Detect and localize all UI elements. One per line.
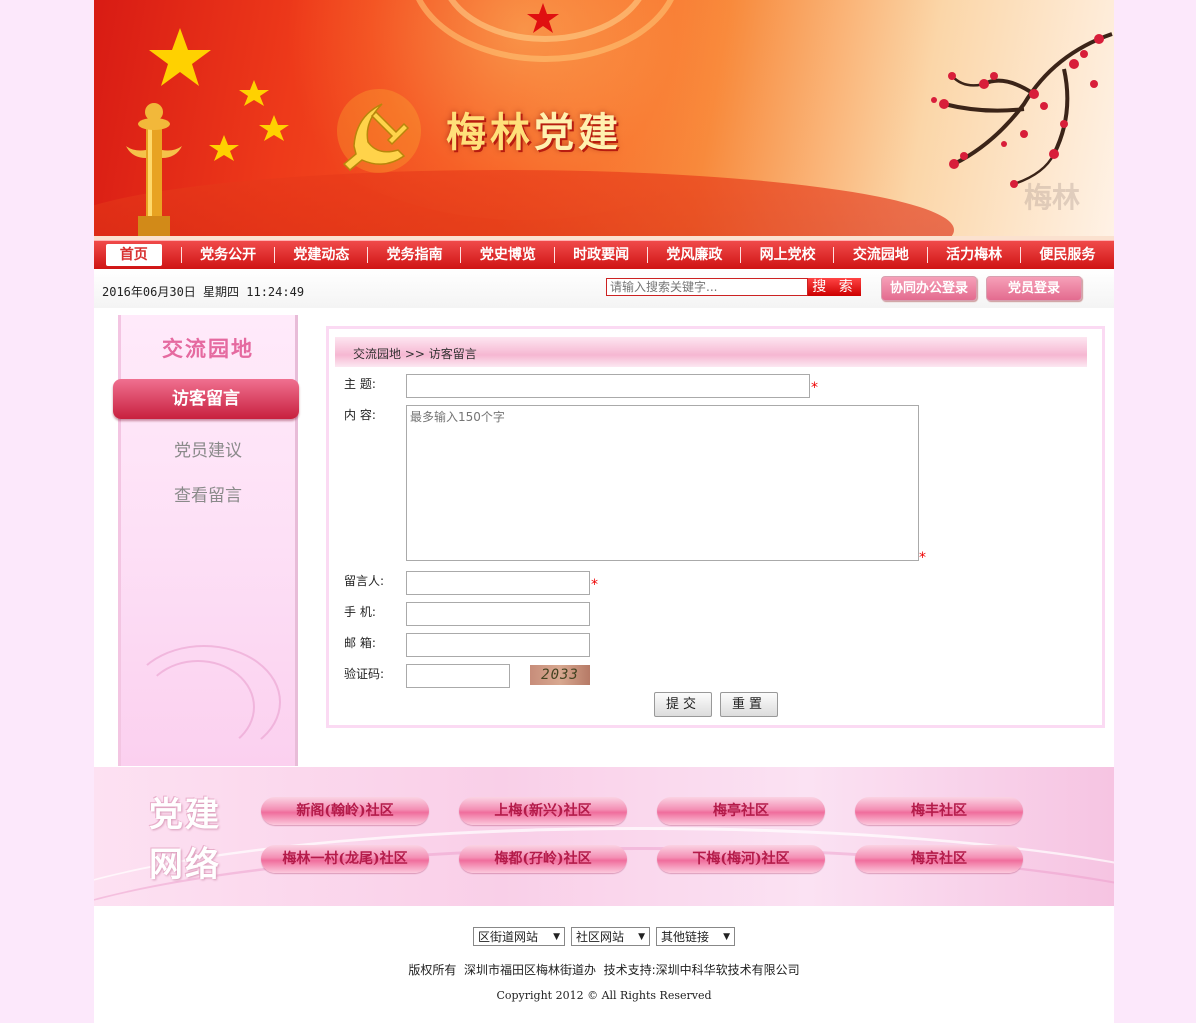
community-link-shangmei[interactable]: 上梅(新兴)社区 [459,797,627,825]
community-link-meiting[interactable]: 梅亭社区 [657,797,825,825]
logo-name-part2: 党建 [534,109,622,156]
sidebar: 交流园地 访客留言 党员建议 查看留言 [113,315,299,766]
community-sites-select-value: 社区网站 [576,930,625,944]
community-link-meilin-yicun[interactable]: 梅林一村(龙尾)社区 [261,845,429,873]
toolbar: 2016年06月30日 星期四 11:24:49 搜 索 协同办公登录 党员登录 [94,269,1114,308]
author-label: 留言人: [344,574,385,588]
nav-item-party-guide[interactable]: 党务指南 [367,244,461,266]
nav-item-party-affairs[interactable]: 党务公开 [180,244,275,266]
content-label: 内 容: [344,408,376,422]
main-nav: 首页 党务公开 党建动态 党务指南 党史博览 时政要闻 党风廉政 网上党校 交流… [94,240,1114,269]
community-link-meifeng[interactable]: 梅丰社区 [855,797,1023,825]
nav-item-exchange[interactable]: 交流园地 [833,244,927,266]
date-time-display: 2016年06月30日 星期四 11:24:49 [102,285,305,299]
search-button[interactable]: 搜 索 [808,278,861,296]
banner-watermark: 梅林 [1024,181,1081,214]
community-network: 党建 网络 新阁(翰岭)社区 上梅(新兴)社区 梅亭社区 梅丰社区 梅林一村(龙… [94,767,1114,906]
submit-button[interactable]: 提交 [654,692,712,717]
subject-required-mark: * [811,380,818,396]
reset-button[interactable]: 重置 [720,692,778,717]
captcha-input[interactable] [406,664,510,688]
site-logo-text: 梅林党建 [446,100,622,158]
member-login-button[interactable]: 党员登录 [986,276,1082,301]
content-textarea[interactable] [406,405,919,561]
district-sites-select[interactable]: 区街道网站 ▼ [473,927,565,946]
phone-input[interactable] [406,602,590,626]
footer-info: 版权所有 深圳市福田区梅林街道办 技术支持:深圳中科华软技术有限公司 [408,963,800,977]
chevron-down-icon: ▼ [553,932,560,942]
page: 梅林党建 梅林 首页 党务公开 党建动态 党务指南 党史博览 时政要闻 党风廉政… [94,0,1114,1023]
community-link-xinge[interactable]: 新阁(翰岭)社区 [261,797,429,825]
community-link-meidu[interactable]: 梅都(孖岭)社区 [459,845,627,873]
nav-item-integrity[interactable]: 党风廉政 [646,244,741,266]
captcha-label: 验证码: [344,667,385,681]
message-form-panel: 交流园地 >> 访客留言 主 题: * 内 容: * 留言人: * 手 机: 邮… [326,326,1105,728]
breadcrumb: 交流园地 >> 访客留言 [335,337,1087,367]
subject-label: 主 题: [344,377,376,391]
network-title-line1: 党建 [149,795,221,835]
phone-label: 手 机: [344,605,376,619]
content-required-mark: * [919,550,926,566]
breadcrumb-text: 交流园地 >> 访客留言 [353,347,477,361]
other-links-select[interactable]: 其他链接 ▼ [656,927,735,946]
nav-item-services[interactable]: 便民服务 [1019,244,1114,266]
community-link-xiamei[interactable]: 下梅(梅河)社区 [657,845,825,873]
email-label: 邮 箱: [344,636,376,650]
email-input[interactable] [406,633,590,657]
network-title-line2: 网络 [149,845,221,885]
author-input[interactable] [406,571,590,595]
sidebar-item-member-suggestion[interactable]: 党员建议 [121,436,295,461]
community-link-meijing[interactable]: 梅京社区 [855,845,1023,873]
sidebar-title: 交流园地 [162,336,254,361]
center-star-icon [527,3,559,33]
party-emblem-icon [337,89,421,173]
nav-item-party-news[interactable]: 党建动态 [273,244,368,266]
author-required-mark: * [591,577,598,593]
chevron-down-icon: ▼ [638,932,645,942]
footer-copyright: Copyright 2012 © All Rights Reserved [496,989,712,1002]
other-links-select-value: 其他链接 [661,930,710,944]
nav-item-party-history[interactable]: 党史博览 [460,244,554,266]
nav-item-online-school[interactable]: 网上党校 [740,244,834,266]
site-banner: 梅林党建 梅林 [94,0,1114,240]
huabiao-column-icon [126,103,182,240]
subject-input[interactable] [406,374,810,398]
district-sites-select-value: 区街道网站 [478,930,539,944]
community-sites-select[interactable]: 社区网站 ▼ [571,927,650,946]
chevron-down-icon: ▼ [723,932,730,942]
nav-item-home[interactable]: 首页 [106,244,162,266]
search-input[interactable] [606,278,808,296]
logo-name-part1: 梅林 [446,109,534,156]
sidebar-item-view-messages[interactable]: 查看留言 [121,481,295,506]
oa-login-button[interactable]: 协同办公登录 [881,276,977,301]
nav-item-current-affairs[interactable]: 时政要闻 [553,244,648,266]
nav-item-vital-meilin[interactable]: 活力梅林 [926,244,1021,266]
captcha-image[interactable]: 2033 [530,665,590,685]
sidebar-item-visitor-message[interactable]: 访客留言 [113,379,299,419]
